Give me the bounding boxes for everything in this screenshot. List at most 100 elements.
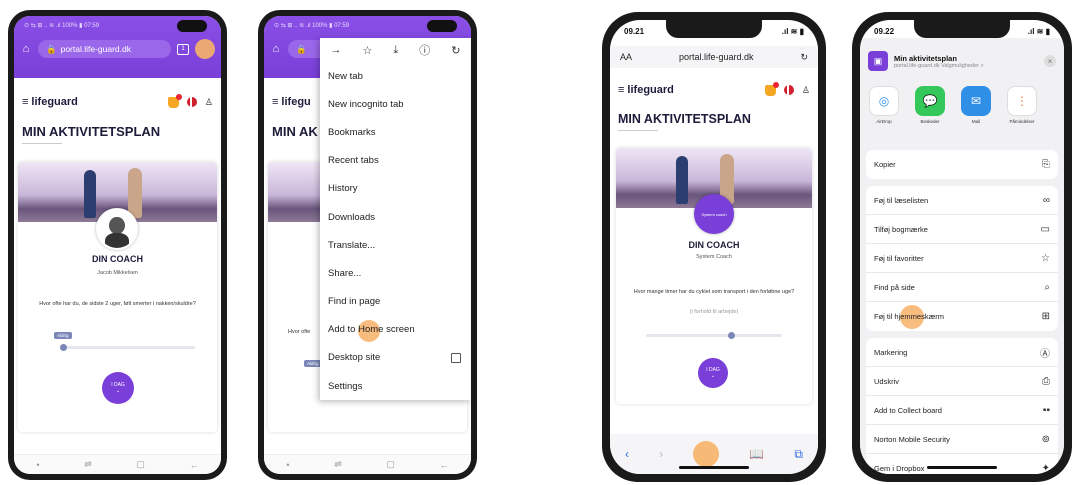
- menu-item-share[interactable]: Share...: [320, 259, 471, 287]
- action-collect-board[interactable]: Add to Collect board ▪▪: [866, 396, 1058, 425]
- slider-knob[interactable]: [60, 344, 67, 351]
- iphone-screen-1: 09.21 .ıl ≋ ▮ AA portal.life-guard.dk ↻ …: [610, 20, 818, 474]
- share-title: Min aktivitetsplan: [894, 53, 957, 63]
- menu-icon[interactable]: ≡: [618, 84, 624, 96]
- menu-icon[interactable]: ≡: [272, 96, 278, 108]
- coach-heading: DIN COACH: [92, 254, 143, 264]
- menu-item-downloads[interactable]: Downloads: [320, 203, 471, 231]
- today-button[interactable]: I DAG ⌄: [102, 372, 134, 404]
- action-find-on-page[interactable]: Find på side ⌕: [866, 273, 1058, 302]
- action-copy[interactable]: Kopier ⎘: [866, 150, 1058, 179]
- action-add-to-home-screen[interactable]: Føj til hjemmeskærm ⊞: [866, 302, 1058, 331]
- share-app-reminders[interactable]: ⋮ Påmindelser: [1004, 86, 1040, 146]
- ios-status-icons: .ıl ≋ ▮: [1027, 27, 1050, 36]
- back-icon[interactable]: ←: [440, 460, 449, 470]
- tab-switcher-icon[interactable]: 1: [177, 43, 189, 55]
- slider-knob[interactable]: [728, 332, 735, 339]
- safari-address-bar[interactable]: AA portal.life-guard.dk ↻: [610, 46, 818, 68]
- tabs-icon[interactable]: ⧉: [794, 447, 803, 462]
- home-nav-icon[interactable]: ▢: [386, 459, 395, 470]
- notification-icon[interactable]: [764, 81, 779, 96]
- app-header: ≡ lifeguard ♙: [610, 78, 818, 102]
- user-icon[interactable]: ♙: [802, 85, 810, 96]
- action-add-bookmark[interactable]: Tilføj bogmærke ▭: [866, 215, 1058, 244]
- menu-item-new-incognito-tab[interactable]: New incognito tab: [320, 90, 471, 118]
- forward-icon[interactable]: ›: [659, 447, 663, 461]
- menu-item-find-in-page[interactable]: Find in page: [320, 288, 471, 316]
- coach-card: System coach DIN COACH System Coach Hvor…: [616, 148, 812, 404]
- back-icon[interactable]: ‹: [625, 447, 629, 461]
- book-icon: ▭: [1040, 223, 1050, 235]
- user-icon[interactable]: ♙: [205, 97, 213, 108]
- brand-logo[interactable]: ≡ lifegu: [272, 96, 311, 108]
- reload-icon[interactable]: ↻: [451, 44, 460, 57]
- info-icon[interactable]: ⓘ: [419, 42, 430, 58]
- action-markup[interactable]: Markering Ⓐ: [866, 338, 1058, 367]
- star-icon: ☆: [1041, 252, 1050, 264]
- share-actions-group-2: Føj til læselisten ∞ Tilføj bogmærke ▭ Føj…: [866, 186, 1058, 331]
- menu-item-bookmarks[interactable]: Bookmarks: [320, 118, 471, 146]
- slider-track[interactable]: [62, 346, 195, 349]
- brand-logo[interactable]: ≡ lifeguard: [22, 96, 78, 108]
- share-app-mail[interactable]: ✉ Mail: [958, 86, 994, 146]
- menu-item-history[interactable]: History: [320, 175, 471, 203]
- share-app-messages[interactable]: 💬 Beskeder: [912, 86, 948, 146]
- notification-icon[interactable]: [167, 93, 182, 108]
- brand-logo[interactable]: ≡ lifeguard: [618, 84, 674, 96]
- markup-icon: Ⓐ: [1040, 348, 1050, 360]
- coach-badge-text: System coach: [701, 212, 727, 217]
- menu-item-recent-tabs[interactable]: Recent tabs: [320, 147, 471, 175]
- reload-icon[interactable]: ↻: [800, 52, 808, 63]
- home-nav-icon[interactable]: ▢: [136, 459, 145, 470]
- close-icon[interactable]: ×: [1044, 55, 1056, 67]
- coach-name: Jacob Mikkelsen: [97, 270, 138, 276]
- share-actions-group-1: Kopier ⎘: [866, 150, 1058, 179]
- share-button-touch[interactable]: [693, 441, 720, 467]
- url-bar[interactable]: 🔒 portal.life-guard.dk: [38, 40, 171, 58]
- runner-figure: [676, 156, 688, 204]
- recents-icon[interactable]: ⇌: [84, 459, 92, 470]
- question-hint: (i forhold til arbejde): [689, 309, 739, 315]
- menu-item-settings[interactable]: Settings: [320, 372, 471, 400]
- recents-icon[interactable]: ⇌: [334, 459, 342, 470]
- answer-chip[interactable]: Aldrig: [304, 360, 322, 367]
- page-title: MIN AKTIVITETSPLAN: [618, 112, 751, 126]
- menu-button-touch[interactable]: [195, 39, 215, 59]
- forward-icon[interactable]: →: [331, 44, 342, 56]
- chrome-toolbar: ⊙ ⇆ ⊞ .. ≋ .ıl 100% ▮ 07:59 ⌂ 🔒 portal.li…: [14, 16, 221, 78]
- flag-dk-icon[interactable]: [783, 85, 794, 95]
- reader-aa-button[interactable]: AA: [620, 52, 632, 62]
- home-icon[interactable]: ⌂: [270, 43, 282, 55]
- menu-item-new-tab[interactable]: New tab: [320, 62, 471, 90]
- menu-item-add-to-home-screen[interactable]: Add to Home screen: [320, 316, 471, 344]
- menu-item-desktop-site[interactable]: Desktop site: [320, 344, 471, 372]
- star-icon[interactable]: ☆: [363, 44, 373, 57]
- back-icon[interactable]: ←: [190, 460, 199, 470]
- slider-track[interactable]: [646, 334, 782, 337]
- desktop-site-checkbox[interactable]: [451, 352, 461, 363]
- menu-item-translate[interactable]: Translate...: [320, 231, 471, 259]
- flag-dk-icon[interactable]: [186, 97, 197, 107]
- copy-icon: ⎘: [1042, 159, 1050, 170]
- action-reading-list[interactable]: Føj til læselisten ∞: [866, 186, 1058, 215]
- iphone-screen-2: 09.22 .ıl ≋ ▮ ▣ Min aktivitetsplan porta…: [860, 20, 1064, 474]
- iphone-2: 09.22 .ıl ≋ ▮ ▣ Min aktivitetsplan porta…: [852, 12, 1072, 482]
- status-bar: ⊙ ⇆ ⊞ .. ≋ .ıl 100% ▮ 07:59: [274, 23, 350, 29]
- menu-icon[interactable]: ≡: [22, 96, 28, 108]
- runner-figure: [84, 170, 96, 218]
- answer-chip[interactable]: Aldrig: [54, 332, 72, 339]
- share-app-airdrop[interactable]: ◎ AirDrop: [866, 86, 902, 146]
- share-subtitle[interactable]: portal.life-guard.dk Valgmuligheder >: [894, 63, 984, 69]
- home-icon[interactable]: ⌂: [20, 43, 32, 55]
- action-add-favorites[interactable]: Føj til favoritter ☆: [866, 244, 1058, 273]
- bookmarks-icon[interactable]: 📖: [749, 447, 764, 461]
- action-dropbox[interactable]: Gem i Dropbox ✦: [866, 454, 1058, 474]
- collect-icon: ▪▪: [1042, 404, 1050, 416]
- download-icon[interactable]: ⤓: [393, 44, 398, 57]
- action-print[interactable]: Udskriv ⎙: [866, 367, 1058, 396]
- action-norton[interactable]: Norton Mobile Security ⊚: [866, 425, 1058, 454]
- question-text: Hvor ofte har du, de sidste 2 uger, følt…: [39, 301, 196, 307]
- home-indicator: [679, 466, 749, 469]
- today-button[interactable]: I DAG ⌄: [698, 358, 728, 388]
- lock-icon: 🔒: [296, 43, 307, 54]
